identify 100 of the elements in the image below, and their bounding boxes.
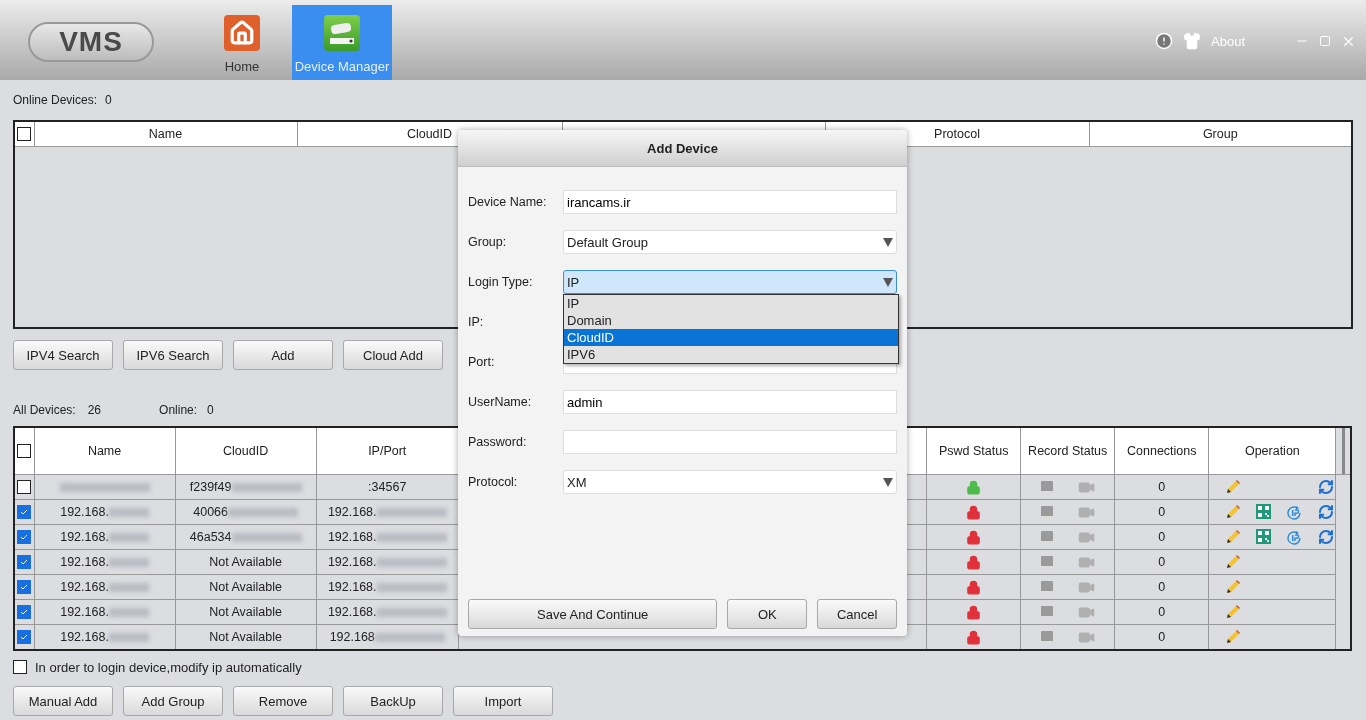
cell-text: 0	[1158, 530, 1166, 544]
field-label: Login Type:	[468, 275, 534, 289]
cell-text: Not Available	[209, 605, 282, 619]
alert-icon[interactable]	[1155, 32, 1173, 50]
online-count: 0	[207, 403, 214, 417]
field-label: Group:	[468, 235, 508, 249]
checkbox[interactable]	[17, 580, 32, 595]
checkbox[interactable]	[17, 605, 32, 620]
toolbar-button[interactable]: Manual Add	[13, 686, 113, 716]
toolbar-button[interactable]: Remove	[233, 686, 333, 716]
cell-text: Not Available	[209, 555, 282, 569]
pencil-icon[interactable]	[1224, 629, 1241, 645]
cell-text: 192.168.	[60, 630, 109, 644]
dropdown-option[interactable]: IP	[564, 295, 898, 312]
checkbox[interactable]	[17, 444, 32, 459]
qr-code-icon[interactable]	[1256, 528, 1272, 544]
dialog-button[interactable]: Cancel	[817, 599, 897, 629]
pencil-icon[interactable]	[1224, 479, 1241, 495]
field-label: Port:	[468, 355, 496, 369]
checkbox[interactable]	[17, 530, 32, 545]
column-header[interactable]: Name	[87, 444, 122, 458]
field-label: Password:	[468, 435, 528, 449]
cell-text: 192.168.	[327, 530, 377, 544]
cell-text: 0	[1158, 555, 1166, 569]
pencil-icon[interactable]	[1224, 503, 1241, 520]
ip-refresh-icon[interactable]	[1286, 528, 1304, 546]
cell-text: 46a534	[189, 530, 232, 544]
all-devices-label: All Devices:	[13, 403, 76, 417]
cell-text: 0	[1158, 505, 1166, 519]
toolbar-button[interactable]: IPV4 Search	[13, 340, 113, 370]
dropdown-field[interactable]: XM	[563, 470, 897, 494]
checkbox[interactable]	[17, 127, 32, 142]
input-field[interactable]: admin	[563, 390, 897, 414]
input-field[interactable]	[563, 430, 897, 454]
cell-text: 192.168.	[60, 555, 109, 569]
cell-text: f239f49	[189, 480, 232, 494]
pencil-icon[interactable]	[1224, 554, 1241, 570]
dropdown-option[interactable]: IPV6	[564, 346, 898, 363]
caret-icon[interactable]	[883, 477, 893, 487]
dialog-button[interactable]: OK	[727, 599, 808, 629]
column-header[interactable]: CloudID	[406, 127, 453, 141]
column-header[interactable]: Group	[1202, 127, 1238, 141]
dialog-title: Add Device	[458, 130, 907, 167]
toolbar-button[interactable]: BackUp	[343, 686, 443, 716]
cell-text: 192.168.	[327, 580, 377, 594]
cell-text: Not Available	[209, 630, 282, 644]
pencil-icon[interactable]	[1224, 528, 1241, 545]
nav-tab[interactable]: Home	[192, 5, 292, 80]
toolbar-button[interactable]: IPV6 Search	[123, 340, 223, 370]
cell-text: 0	[1158, 480, 1166, 494]
toolbar-button[interactable]: Add Group	[123, 686, 223, 716]
cell-text: 192.168.	[327, 505, 377, 519]
field-label: Protocol:	[468, 475, 519, 489]
online-devices-count: 0	[105, 93, 112, 107]
scrollbar-thumb[interactable]	[1341, 428, 1345, 474]
column-header[interactable]: Name	[148, 127, 183, 141]
checkbox[interactable]	[17, 555, 32, 570]
cell-text: 192.168.	[60, 580, 109, 594]
input-field[interactable]: irancams.ir	[563, 190, 897, 214]
dropdown-option[interactable]: Domain	[564, 312, 898, 329]
cell-text: 192.168.	[60, 530, 109, 544]
cell-text: 192.168	[329, 630, 375, 644]
cell-text: 40066	[193, 505, 228, 519]
refresh-icon[interactable]	[1317, 479, 1334, 495]
checkbox[interactable]	[17, 505, 32, 520]
caret-icon[interactable]	[883, 237, 893, 247]
caret-icon[interactable]	[883, 277, 893, 287]
checkbox[interactable]	[17, 480, 32, 495]
dialog-button[interactable]: Save And Continue	[468, 599, 718, 629]
checkbox-label[interactable]: In order to login device,modify ip automatically	[35, 659, 302, 675]
cell-text: 192.168.	[327, 605, 377, 619]
toolbar-button[interactable]: Cloud Add	[343, 340, 443, 370]
house-icon	[224, 15, 260, 51]
cell-text: 0	[1158, 580, 1166, 594]
refresh-icon[interactable]	[1317, 503, 1334, 520]
column-header[interactable]: CloudID	[223, 444, 269, 458]
ip-refresh-icon[interactable]	[1286, 503, 1304, 521]
refresh-icon[interactable]	[1317, 528, 1334, 545]
field-label: UserName:	[468, 395, 533, 409]
checkbox[interactable]	[13, 660, 27, 674]
all-devices-count: 26	[87, 403, 102, 417]
online-devices-label: Online Devices:	[13, 93, 98, 107]
cell-text: :34567	[368, 480, 407, 494]
dropdown-field[interactable]: Default Group	[563, 230, 897, 254]
field-label: Device Name:	[468, 195, 548, 209]
pencil-icon[interactable]	[1224, 604, 1241, 620]
toolbar-button[interactable]: Import	[453, 686, 553, 716]
column-header[interactable]: Operation	[1244, 444, 1300, 458]
qr-code-icon[interactable]	[1256, 503, 1272, 519]
field-label: IP:	[468, 315, 485, 329]
checkbox[interactable]	[17, 630, 32, 645]
dropdown-option[interactable]: CloudID	[564, 329, 898, 346]
cell-text: 0	[1158, 605, 1166, 619]
cell-text: 192.168.	[327, 555, 377, 569]
cell-text: Not Available	[209, 580, 282, 594]
cell-text: 192.168.	[60, 605, 109, 619]
toolbar-button[interactable]: Add	[233, 340, 333, 370]
pencil-icon[interactable]	[1224, 579, 1241, 595]
column-header[interactable]: Protocol	[934, 127, 980, 141]
column-header[interactable]: IP/Port	[368, 444, 407, 458]
